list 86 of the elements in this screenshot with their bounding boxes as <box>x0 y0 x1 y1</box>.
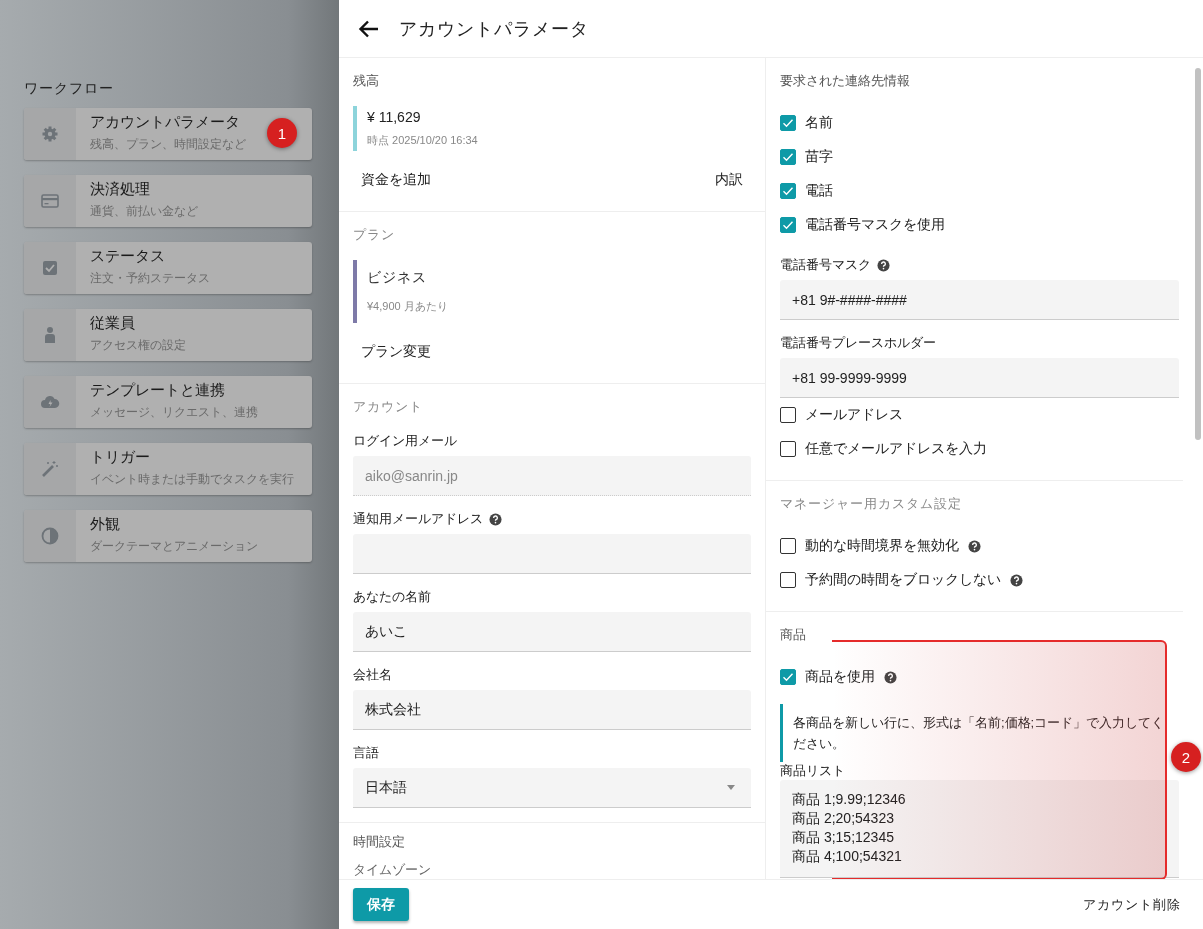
sidebar-heading: ワークフロー <box>24 80 115 98</box>
help-icon[interactable] <box>877 258 890 272</box>
sidebar-item-title: 従業員 <box>90 314 136 333</box>
sidebar-item[interactable]: トリガー イベント時または手動でタスクを実行 <box>24 443 312 495</box>
section-title: アカウント <box>353 398 424 416</box>
field-label: タイムゾーン <box>353 861 431 879</box>
sidebar-item-subtitle: 通貨、前払い金など <box>90 203 198 220</box>
sidebar-item-subtitle: 注文・予約ステータス <box>90 270 210 287</box>
sidebar-item-title: テンプレートと連携 <box>90 381 226 400</box>
section-title: マネージャー用カスタム設定 <box>780 495 963 513</box>
sidebar-item-subtitle: 残高、プラン、時間設定など <box>90 136 246 153</box>
sidebar-item[interactable]: ステータス 注文・予約ステータス <box>24 242 312 294</box>
checkbox[interactable] <box>780 407 796 423</box>
checkbox[interactable] <box>780 217 796 233</box>
sidebar-item[interactable]: 従業員 アクセス権の設定 <box>24 309 312 361</box>
plan-name: ビジネス <box>367 269 428 287</box>
balance-timestamp: 時点 2025/10/20 16:34 <box>367 133 479 148</box>
input-field[interactable]: +81 9#-####-#### <box>780 280 1179 320</box>
help-icon[interactable] <box>884 670 897 684</box>
change-plan-button[interactable]: プラン変更 <box>353 339 439 365</box>
checkbox-label: 苗字 <box>805 148 833 166</box>
field-label: あなたの名前 <box>353 588 431 606</box>
checkbox-label: 予約間の時間をブロックしない <box>805 571 1001 589</box>
sidebar-item[interactable]: 外観 ダークテーマとアニメーション <box>24 510 312 562</box>
annotation-badge: 2 <box>1171 742 1201 772</box>
input-field[interactable]: 株式会社 <box>353 690 751 730</box>
plan-price: ¥4,900 月あたり <box>367 299 449 314</box>
checkbox-label: 電話番号マスクを使用 <box>805 216 945 234</box>
sidebar-item-title: トリガー <box>90 448 151 467</box>
section-title: プラン <box>353 226 396 244</box>
language-select[interactable]: 日本語 <box>353 768 751 808</box>
help-icon[interactable] <box>968 539 981 553</box>
help-icon[interactable] <box>489 512 502 526</box>
sidebar-item-title: 決済処理 <box>90 180 151 199</box>
sidebar-item-title: アカウントパラメータ <box>90 113 241 132</box>
section-title: 残高 <box>353 72 380 90</box>
sidebar-item-title: ステータス <box>90 247 166 266</box>
action-button[interactable]: 資金を追加 <box>353 167 439 193</box>
sidebar-item-subtitle: ダークテーマとアニメーション <box>90 538 258 555</box>
section-title: 時間設定 <box>353 833 406 851</box>
section-title: 要求された連絡先情報 <box>780 72 911 90</box>
sidebar-item[interactable]: 決済処理 通貨、前払い金など <box>24 175 312 227</box>
balance-amount: ¥ 11,629 <box>367 109 422 125</box>
input-field[interactable] <box>353 534 751 574</box>
action-button[interactable]: 内訳 <box>707 167 751 193</box>
scrollbar[interactable] <box>1195 68 1201 440</box>
checkbox[interactable] <box>780 183 796 199</box>
field-label: 電話番号マスク <box>780 256 871 274</box>
field-label: 言語 <box>353 744 379 762</box>
help-icon[interactable] <box>1010 573 1023 587</box>
product-list-textarea[interactable]: 商品 1;9.99;12346 商品 2;20;54323 商品 3;15;12345 商品 4;100;54321 <box>780 780 1179 878</box>
checkbox-label: 商品を使用 <box>805 668 875 686</box>
checkbox-label: 任意でメールアドレスを入力 <box>805 440 987 458</box>
checkbox-label: 動的な時間境界を無効化 <box>805 537 959 555</box>
field-label: ログイン用メール <box>353 432 457 450</box>
checkbox[interactable] <box>780 149 796 165</box>
magic-wand-icon <box>40 459 60 479</box>
checkbox[interactable] <box>780 538 796 554</box>
annotation-badge: 1 <box>267 118 297 148</box>
sidebar-item-subtitle: アクセス権の設定 <box>90 337 186 354</box>
sidebar-item-subtitle: イベント時または手動でタスクを実行 <box>90 471 294 488</box>
sidebar-item[interactable]: アカウントパラメータ 残高、プラン、時間設定など 1 <box>24 108 312 160</box>
sidebar-item-subtitle: メッセージ、リクエスト、連携 <box>90 404 258 421</box>
delete-account-button[interactable]: アカウント削除 <box>1075 891 1189 918</box>
field-label: 会社名 <box>353 666 392 684</box>
field-label: 通知用メールアドレス <box>353 510 483 528</box>
checkbox[interactable] <box>780 441 796 457</box>
section-title: 商品 <box>780 626 807 644</box>
dropdown-caret-icon <box>727 785 735 790</box>
field-label: 商品リスト <box>780 762 845 780</box>
field-label: 電話番号プレースホルダー <box>780 334 936 352</box>
checkbox-label: メールアドレス <box>805 406 903 424</box>
input-field[interactable]: あいこ <box>353 612 751 652</box>
contrast-icon <box>40 526 60 546</box>
checkbox-label: 名前 <box>805 114 833 132</box>
sidebar-item-title: 外観 <box>90 515 121 534</box>
checkbox-icon <box>40 258 60 278</box>
gear-icon <box>40 124 60 144</box>
input-field[interactable]: +81 99-9999-9999 <box>780 358 1179 398</box>
page-title: アカウントパラメータ <box>399 17 589 41</box>
credit-card-icon <box>40 191 60 211</box>
checkbox[interactable] <box>780 572 796 588</box>
checkbox[interactable] <box>780 115 796 131</box>
sidebar-item[interactable]: テンプレートと連携 メッセージ、リクエスト、連携 <box>24 376 312 428</box>
checkbox[interactable] <box>780 669 796 685</box>
checkbox-label: 電話 <box>805 182 833 200</box>
